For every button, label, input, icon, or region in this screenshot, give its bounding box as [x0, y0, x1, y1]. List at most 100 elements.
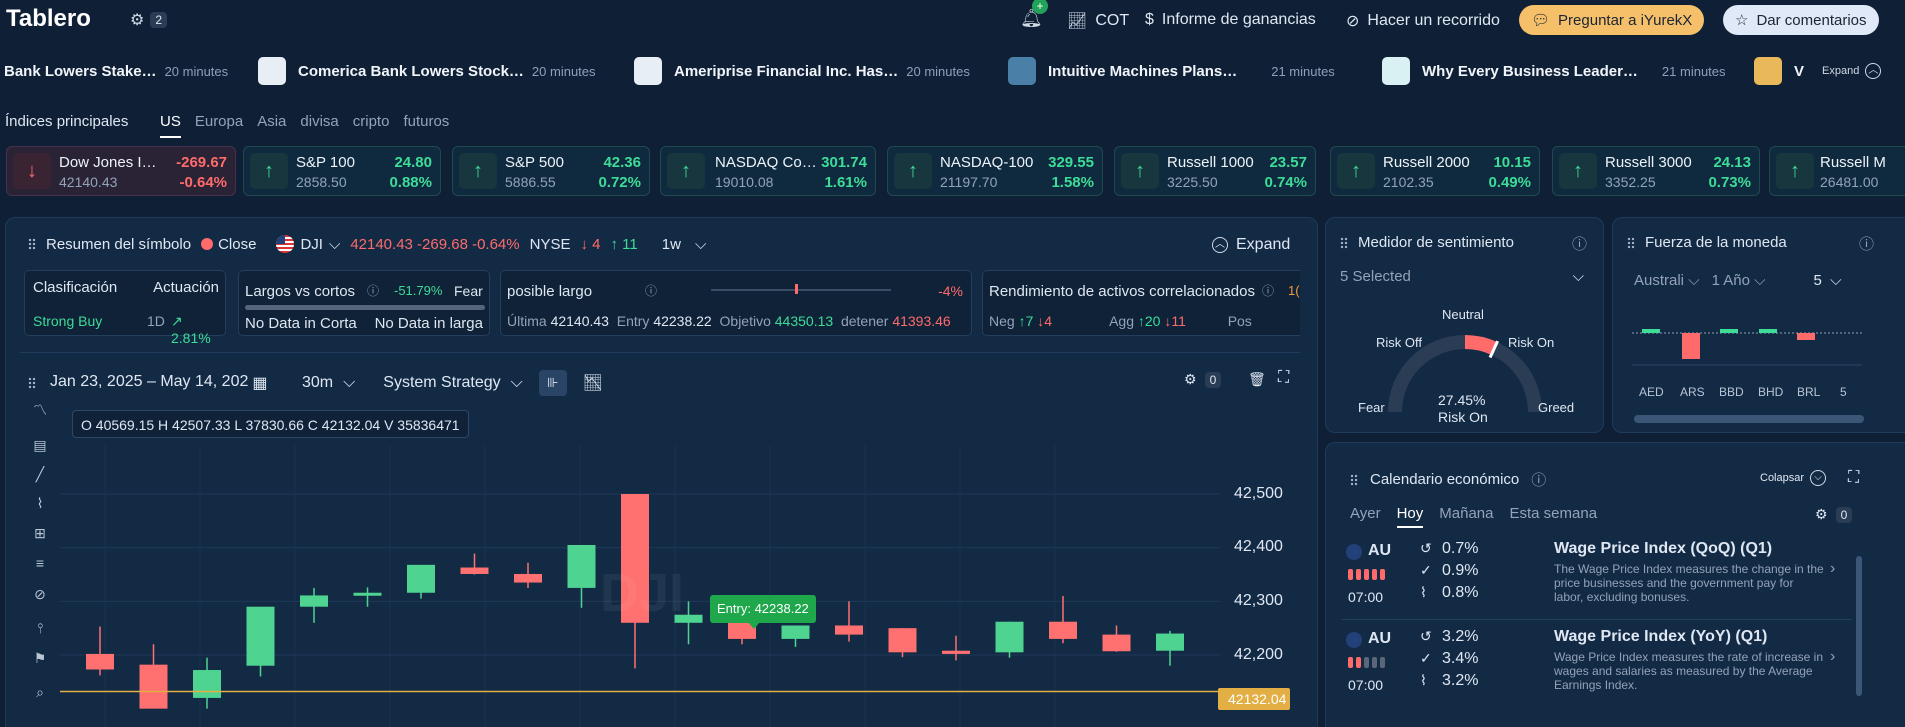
path-tool-icon[interactable]: ⌇ — [30, 495, 50, 515]
count-selector[interactable]: 5 ⌵ — [1814, 272, 1842, 289]
info-icon[interactable]: ⓘ — [1572, 233, 1587, 254]
candle[interactable] — [835, 601, 863, 642]
line-chart-toggle[interactable]: 📉︎ — [583, 373, 603, 393]
date-range-picker[interactable]: Jan 23, 2025 – May 14, 202 ▦ — [50, 373, 280, 393]
drag-handle-icon[interactable] — [28, 238, 36, 250]
calendar-event[interactable]: AU 07:00 ↺ 0.7% ✓ 0.9% ⌇ 0.8% Wage Price… — [1342, 534, 1852, 620]
interval-selector[interactable]: 1w ⌵ — [662, 236, 707, 253]
tab-europa[interactable]: Europa — [195, 113, 243, 138]
index-card[interactable]: ↑ NASDAQ-100 21197.70 329.55 1.58% — [887, 146, 1103, 196]
zoom-tool-icon[interactable]: ⌕ — [30, 684, 50, 704]
tab-divisa[interactable]: divisa — [300, 113, 338, 138]
notifications-button[interactable]: 🔔︎ + — [1020, 0, 1048, 29]
nav-cot[interactable]: 📈︎ COT — [1067, 11, 1129, 31]
candle[interactable] — [1102, 625, 1131, 652]
news-item[interactable]: Why Every Business Leader… 21 minutes — [1382, 56, 1726, 86]
index-card[interactable]: ↑ Russell 1000 3225.50 23.57 0.74% — [1114, 146, 1316, 196]
hide-icon[interactable]: ⊘ — [30, 586, 50, 606]
news-thumbnail — [1008, 57, 1036, 85]
trend-line-tool-icon[interactable]: 〽 — [30, 400, 50, 420]
candle[interactable] — [567, 544, 596, 608]
candle[interactable] — [86, 626, 114, 676]
news-item[interactable]: Bank Lowers Stake… 20 minutes — [4, 56, 228, 86]
symbol-selector[interactable]: DJI ⌵ — [276, 235, 340, 253]
grid-tool-icon[interactable]: ⊞ — [30, 525, 50, 545]
timeframe-selector[interactable]: 30m ⌵ — [302, 374, 355, 392]
news-item[interactable]: Intuitive Machines Plans… 21 minutes — [1008, 56, 1335, 86]
candle[interactable] — [1156, 630, 1184, 666]
drag-handle-icon[interactable] — [1350, 473, 1358, 486]
index-card[interactable]: ↑ Russell M 26481.00 — [1769, 146, 1905, 196]
currency-scrollbar[interactable] — [1634, 415, 1864, 423]
symbol-exchange: NYSE — [529, 235, 571, 253]
collapse-button[interactable]: Colapsar ⌵ — [1760, 470, 1827, 486]
candle[interactable] — [300, 587, 328, 623]
symbol-expand-button[interactable]: ︿ Expand — [1212, 236, 1290, 254]
trash-icon[interactable]: 🗑︎ — [1248, 371, 1266, 388]
line-tool-icon[interactable]: ╱ — [30, 466, 50, 486]
nav-earnings[interactable]: $ Informe de ganancias — [1145, 11, 1316, 29]
index-name: NASDAQ-100 — [940, 154, 1034, 171]
candle[interactable] — [353, 587, 382, 607]
sentiment-selector[interactable]: 5 Selected ⌵ — [1340, 268, 1584, 285]
candle[interactable] — [781, 625, 810, 647]
tab-us[interactable]: US — [160, 113, 181, 138]
tab-hoy[interactable]: Hoy — [1396, 505, 1424, 528]
candle[interactable] — [139, 644, 168, 709]
fib-tool-icon[interactable]: ≡ — [30, 555, 50, 575]
fullscreen-icon[interactable]: ⛶ — [1278, 369, 1289, 387]
filter-button[interactable]: ⚙ 2 — [130, 10, 168, 30]
drag-handle-icon[interactable] — [1340, 236, 1348, 249]
tab-manana[interactable]: Mañana — [1439, 505, 1493, 528]
feedback-button[interactable]: ☆ Dar comentarios — [1723, 5, 1879, 35]
news-item[interactable]: Ameriprise Financial Inc. Has… 20 minutes — [634, 56, 970, 86]
tab-futuros[interactable]: futuros — [403, 113, 449, 138]
candle[interactable] — [193, 657, 221, 709]
calendar-scrollbar[interactable] — [1856, 556, 1862, 696]
info-icon[interactable]: ⓘ — [1262, 282, 1274, 299]
candle[interactable] — [246, 606, 275, 677]
event-forecast: 0.9% — [1442, 562, 1479, 579]
index-card[interactable]: ↑ S&P 100 2858.50 24.80 0.88% — [243, 146, 441, 196]
info-icon[interactable]: ⓘ — [1859, 233, 1874, 254]
strategy-selector[interactable]: System Strategy ⌵ — [383, 374, 523, 392]
candle[interactable] — [460, 553, 489, 575]
region-selector[interactable]: Australi ⌵ — [1634, 272, 1700, 289]
candle[interactable] — [888, 628, 917, 658]
info-icon[interactable]: ⓘ — [645, 282, 657, 299]
candle[interactable] — [514, 562, 542, 588]
index-card[interactable]: ↑ S&P 500 5886.55 42.36 0.72% — [452, 146, 650, 196]
period-selector[interactable]: 1 Año ⌵ — [1712, 272, 1766, 289]
candle[interactable] — [995, 621, 1024, 658]
tab-cripto[interactable]: cripto — [353, 113, 390, 138]
indicators-button[interactable]: ⚙ 0 — [1184, 371, 1222, 388]
candle[interactable] — [407, 564, 435, 599]
ticker-expand-button[interactable]: Expand ︿ — [1822, 63, 1882, 79]
calendar-filter-button[interactable]: ⚙ 0 — [1815, 506, 1853, 523]
candle[interactable] — [942, 635, 970, 661]
info-icon[interactable]: ⓘ — [367, 282, 379, 299]
index-card[interactable]: ↑ Russell 3000 3352.25 24.13 0.73% — [1552, 146, 1760, 196]
tab-esta-semana[interactable]: Esta semana — [1509, 505, 1597, 528]
news-item[interactable]: V — [1754, 56, 1804, 86]
info-icon[interactable]: ⓘ — [1531, 469, 1546, 490]
news-time: 20 minutes — [164, 63, 229, 79]
index-card[interactable]: ↓ Dow Jones I… 42140.43 -269.67 -0.64% — [6, 146, 236, 196]
tab-ayer[interactable]: Ayer — [1350, 505, 1381, 528]
news-item[interactable]: Comerica Bank Lowers Stock… 20 minutes — [258, 56, 596, 86]
candle[interactable] — [1049, 595, 1077, 644]
calendar-event[interactable]: AU 07:00 ↺ 3.2% ✓ 3.4% ⌇ 3.2% Wage Price… — [1342, 622, 1852, 708]
candlestick-toggle[interactable]: ⊪ — [538, 370, 567, 396]
ask-ai-button[interactable]: 💬︎ Preguntar a iYurekX — [1519, 5, 1705, 35]
index-card[interactable]: ↑ NASDAQ Co… 19010.08 301.74 1.61% — [660, 146, 876, 196]
drag-handle-icon[interactable] — [1627, 236, 1635, 249]
close-toggle[interactable]: Close — [201, 236, 256, 253]
index-card[interactable]: ↑ Russell 2000 2102.35 10.15 0.49% — [1330, 146, 1540, 196]
measure-tool-icon[interactable]: ⫯ — [30, 620, 50, 640]
annotation-tool-icon[interactable]: ▤ — [30, 437, 50, 457]
flag-tool-icon[interactable]: ⚑ — [30, 650, 50, 670]
fullscreen-icon[interactable]: ⛶ — [1848, 469, 1859, 487]
nav-tour[interactable]: ⊘ Hacer un recorrido — [1346, 11, 1500, 31]
drag-handle-icon[interactable] — [28, 377, 36, 389]
tab-asia[interactable]: Asia — [257, 113, 286, 138]
